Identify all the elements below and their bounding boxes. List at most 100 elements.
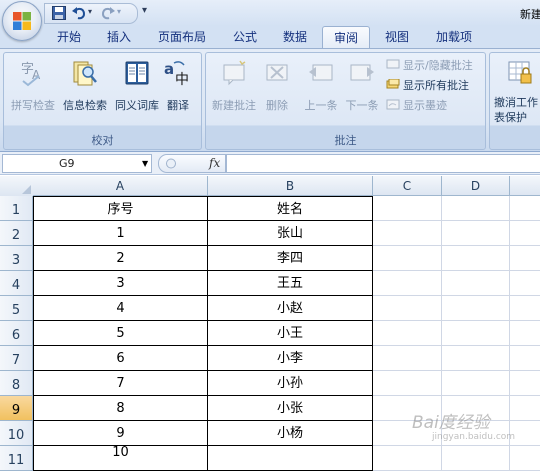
column-header-d[interactable]: D [442,176,510,196]
cell-b6[interactable]: 小王 [208,321,373,346]
cell-a8[interactable]: 7 [33,371,208,396]
column-header-b[interactable]: B [208,176,373,196]
cell-a2[interactable]: 1 [33,221,208,246]
cell-b11[interactable] [208,446,373,471]
column-header-c[interactable]: C [373,176,442,196]
row-header[interactable]: 1 [0,196,33,221]
cell-b8[interactable]: 小孙 [208,371,373,396]
unprotect-sheet-label: 撤消工作 表保护 [494,95,540,125]
select-all-button[interactable] [0,176,34,197]
cell-d8[interactable] [442,371,510,396]
watermark-subtext: jingyan.baidu.com [432,432,516,442]
tab-formulas[interactable]: 公式 [226,26,264,47]
cell-e6[interactable] [510,321,540,346]
row-header[interactable]: 4 [0,271,33,296]
row-header[interactable]: 7 [0,346,33,371]
cell-e7[interactable] [510,346,540,371]
cell-b10[interactable]: 小杨 [208,421,373,446]
cell-b3[interactable]: 李四 [208,246,373,271]
row-header-active[interactable]: 9 [0,396,33,421]
row-header[interactable]: 2 [0,221,33,246]
cell-b7[interactable]: 小李 [208,346,373,371]
customize-qat-icon[interactable]: ▾ [142,5,147,16]
tab-review[interactable]: 审阅 [322,26,370,49]
cell-a3[interactable]: 2 [33,246,208,271]
cell-c2[interactable] [373,221,442,246]
cell-c8[interactable] [373,371,442,396]
name-box[interactable]: G9 ▼ [2,154,152,173]
cell-b9[interactable]: 小张 [208,396,373,421]
next-comment-button[interactable]: 下一条 [340,57,384,121]
unprotect-sheet-button[interactable]: 撤消工作 表保护 [494,57,540,124]
delete-comment-button[interactable]: 删除 [256,57,298,121]
spell-check-button[interactable]: 字 A 拼写检查 [8,57,58,121]
cell-c7[interactable] [373,346,442,371]
cell-b2[interactable]: 张山 [208,221,373,246]
cell-e2[interactable] [510,221,540,246]
row-header[interactable]: 5 [0,296,33,321]
cell-a7[interactable]: 6 [33,346,208,371]
cell-a6[interactable]: 5 [33,321,208,346]
cell-d7[interactable] [442,346,510,371]
toggle-comment-button[interactable]: 显示/隐藏批注 [386,57,473,74]
show-all-comments-button[interactable]: 显示所有批注 [386,77,469,94]
column-header-a[interactable]: A [33,176,208,196]
undo-icon[interactable] [71,5,87,21]
cell-a9[interactable]: 8 [33,396,208,421]
svg-text:a: a [164,60,174,78]
tab-page-layout[interactable]: 页面布局 [150,26,214,47]
undo-dropdown-icon[interactable]: ▾ [88,7,92,16]
save-icon[interactable] [51,5,67,21]
cell-e8[interactable] [510,371,540,396]
watermark-text: Bai度经验 [412,413,490,433]
tab-view[interactable]: 视图 [378,26,416,47]
cell-c6[interactable] [373,321,442,346]
show-all-comments-label: 显示所有批注 [403,79,469,92]
office-button[interactable] [2,1,42,41]
row-header[interactable]: 10 [0,421,33,446]
research-button[interactable]: 信息检索 [60,57,110,121]
cell-a11[interactable]: 10 [33,446,208,471]
column-header-e[interactable] [510,176,540,196]
cell-b4[interactable]: 王五 [208,271,373,296]
cell-a5[interactable]: 4 [33,296,208,321]
row-header[interactable]: 8 [0,371,33,396]
row-header[interactable]: 6 [0,321,33,346]
show-ink-button[interactable]: 显示墨迹 [386,97,447,114]
cell-c3[interactable] [373,246,442,271]
cell-d1[interactable] [442,196,510,221]
cell-d4[interactable] [442,271,510,296]
cell-a1[interactable]: 序号 [33,196,208,221]
cell-a4[interactable]: 3 [33,271,208,296]
cell-a10[interactable]: 9 [33,421,208,446]
row-header[interactable]: 3 [0,246,33,271]
cell-d6[interactable] [442,321,510,346]
previous-comment-icon [309,64,333,81]
name-box-value: G9 [59,157,75,170]
translate-button[interactable]: a 中 翻译 [156,57,200,121]
insert-function-button[interactable]: fx [209,155,220,172]
redo-icon[interactable] [100,5,116,21]
cell-e1[interactable] [510,196,540,221]
cell-c1[interactable] [373,196,442,221]
cell-c4[interactable] [373,271,442,296]
redo-dropdown-icon[interactable]: ▾ [117,7,121,16]
cell-b5[interactable]: 小赵 [208,296,373,321]
toggle-comment-icon [386,59,400,69]
cell-b1[interactable]: 姓名 [208,196,373,221]
tab-data[interactable]: 数据 [276,26,314,47]
cell-e4[interactable] [510,271,540,296]
row-header[interactable]: 11 [0,446,33,471]
cell-d5[interactable] [442,296,510,321]
tab-insert[interactable]: 插入 [100,26,138,47]
cell-e5[interactable] [510,296,540,321]
cell-c5[interactable] [373,296,442,321]
cell-d2[interactable] [442,221,510,246]
formula-input[interactable] [226,154,540,173]
title-bar: ▾ ▾ ▾ 新建 [0,0,540,41]
name-box-dropdown-icon[interactable]: ▼ [142,155,148,172]
cell-e3[interactable] [510,246,540,271]
tab-home[interactable]: 开始 [50,26,88,47]
cell-d3[interactable] [442,246,510,271]
tab-addins[interactable]: 加载项 [428,26,480,47]
